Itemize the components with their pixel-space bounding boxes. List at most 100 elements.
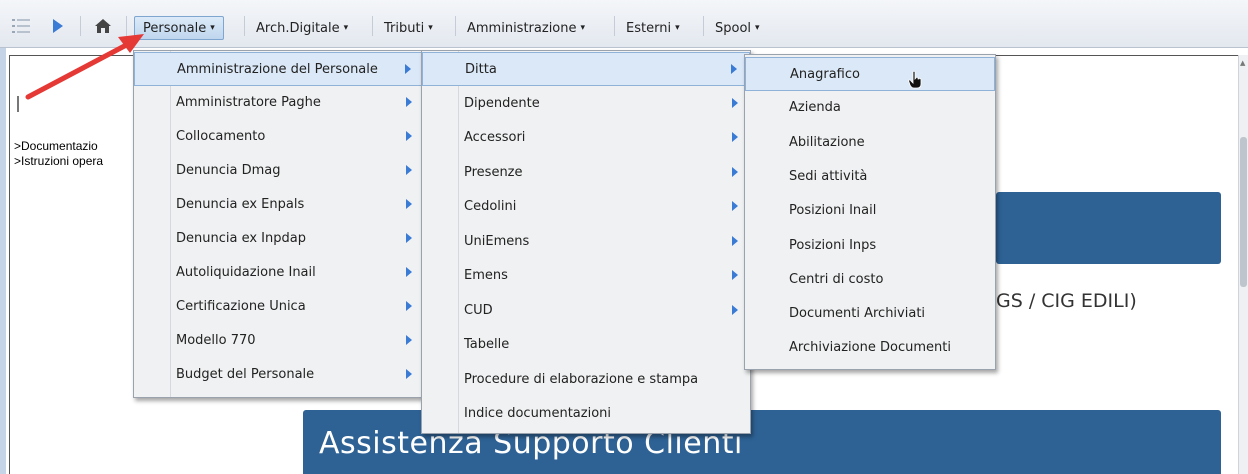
personale-menu-item-label: Amministrazione del Personale — [177, 62, 378, 77]
personale-menu-item[interactable]: Collocamento — [134, 120, 424, 154]
scroll-thumb[interactable] — [1240, 137, 1247, 287]
personale-submenu-item[interactable]: Tabelle — [422, 328, 750, 362]
personale-menu-item-label: Collocamento — [176, 129, 266, 144]
chevron-down-icon: ▾ — [210, 23, 215, 33]
personale-submenu-item-label: Tabelle — [464, 337, 510, 352]
personale-submenu-item-label: Procedure di elaborazione e stampa — [464, 371, 699, 387]
chevron-down-icon: ▾ — [755, 23, 760, 33]
chevron-right-icon — [732, 97, 738, 108]
menu-amministrazione-label: Amministrazione — [467, 20, 577, 36]
personale-submenu-item[interactable]: Indice documentazioni — [422, 397, 750, 431]
personale-submenu-item-label: Accessori — [464, 130, 526, 145]
menu-arch-digitale-label: Arch.Digitale — [256, 20, 340, 36]
vertical-scrollbar[interactable]: ▲ — [1238, 55, 1248, 474]
top-menu-bar: Personale ▾ Arch.Digitale ▾ Tributi ▾ Am… — [0, 0, 1248, 48]
personale-submenu-item[interactable]: Ditta — [422, 52, 750, 86]
menu-arch-digitale[interactable]: Arch.Digitale ▾ — [248, 16, 356, 40]
chevron-right-icon — [732, 270, 738, 280]
ditta-submenu-item-label: Centri di costo — [789, 271, 884, 287]
ditta-submenu-item-label: Azienda — [789, 100, 841, 116]
scroll-up-icon[interactable]: ▲ — [1240, 59, 1245, 67]
play-icon[interactable] — [50, 16, 66, 36]
personale-menu-item-label: Denuncia Dmag — [176, 163, 281, 178]
personale-menu-item[interactable]: Budget del Personale — [134, 358, 424, 392]
ditta-submenu-item[interactable]: Abilitazione — [745, 126, 995, 160]
ditta-submenu-item[interactable]: Posizioni Inps — [745, 229, 995, 263]
personale-submenu-item[interactable]: CUD — [422, 294, 750, 328]
chevron-right-icon — [732, 166, 738, 177]
personale-submenu-item-label: CUD — [464, 302, 493, 318]
personale-submenu-item-label: Emens — [464, 268, 508, 283]
app-window: Personale ▾ Arch.Digitale ▾ Tributi ▾ Am… — [0, 0, 1248, 474]
chevron-down-icon: ▾ — [343, 23, 349, 33]
personale-submenu-item[interactable]: Emens — [422, 259, 750, 293]
chevron-right-icon — [406, 267, 412, 277]
personale-menu-item-label: Amministratore Paghe — [176, 95, 321, 110]
personale-submenu-item[interactable]: UniEmens — [422, 225, 750, 259]
personale-menu-item-label: Denuncia ex Enpals — [176, 197, 305, 212]
personale-menu-item[interactable]: Amministrazione del Personale — [134, 52, 424, 86]
menu-tributi[interactable]: Tributi ▾ — [376, 16, 441, 40]
chevron-right-icon — [732, 304, 738, 315]
menu-spool-label: Spool — [715, 20, 752, 36]
personale-menu-item[interactable]: Denuncia ex Enpals — [134, 188, 424, 222]
ditta-submenu-item[interactable]: Sedi attività — [745, 160, 995, 194]
ditta-submenu-item[interactable]: Azienda — [745, 91, 995, 125]
text-cursor — [17, 96, 19, 112]
personale-menu-item[interactable]: Denuncia Dmag — [134, 154, 424, 188]
personale-submenu-item[interactable]: Dipendente — [422, 87, 750, 121]
ditta-submenu: Anagrafico Azienda Abilitazione Sedi attivi… — [744, 54, 996, 370]
toolbar-divider — [80, 16, 81, 36]
ditta-submenu-item-label: Posizioni Inail — [789, 203, 877, 219]
personale-menu-item[interactable]: Certificazione Unica — [134, 290, 424, 324]
personale-submenu-item-label: Indice documentazioni — [464, 406, 612, 421]
ditta-submenu-item[interactable]: Centri di costo — [745, 263, 995, 297]
chevron-down-icon: ▾ — [580, 23, 586, 33]
personale-submenu-item[interactable]: Presenze — [422, 156, 750, 190]
amministrazione-personale-submenu: Ditta Dipendente Accessori Presenze Cedolini… — [421, 50, 751, 434]
personale-menu-item[interactable]: Amministratore Paghe — [134, 86, 424, 120]
personale-menu-item-label: Modello 770 — [176, 333, 256, 348]
menu-amministrazione[interactable]: Amministrazione ▾ — [459, 16, 593, 40]
list-icon[interactable] — [10, 16, 32, 36]
chevron-right-icon — [406, 199, 412, 209]
personale-submenu-item-label: UniEmens — [464, 233, 530, 249]
personale-submenu-item-label: Presenze — [464, 164, 523, 180]
menu-esterni[interactable]: Esterni ▾ — [618, 16, 688, 40]
documentazione-link[interactable]: >Documentazio — [14, 139, 98, 153]
toolbar-divider — [703, 16, 704, 36]
toolbar-divider — [244, 16, 245, 36]
ditta-submenu-item-label: Abilitazione — [789, 134, 865, 150]
chevron-right-icon — [406, 369, 412, 379]
personale-submenu-item[interactable]: Procedure di elaborazione e stampa — [422, 363, 750, 397]
istruzioni-link[interactable]: >Istruzioni opera — [14, 154, 103, 168]
personale-submenu-item[interactable]: Accessori — [422, 121, 750, 155]
personale-menu-item[interactable]: Denuncia ex Inpdap — [134, 222, 424, 256]
personale-menu-item[interactable]: Modello 770 — [134, 324, 424, 358]
toolbar-divider — [614, 16, 615, 36]
personale-menu-item-label: Budget del Personale — [176, 367, 315, 382]
chevron-right-icon — [405, 64, 411, 74]
chevron-right-icon — [406, 97, 412, 107]
menu-spool[interactable]: Spool ▾ — [707, 16, 768, 40]
ditta-submenu-item[interactable]: Posizioni Inail — [745, 194, 995, 228]
cig-edili-heading: GS / CIG EDILI) — [996, 290, 1137, 312]
personale-submenu-item[interactable]: Cedolini — [422, 190, 750, 224]
personale-submenu-item-label: Dipendente — [464, 95, 540, 111]
ditta-submenu-item[interactable]: Anagrafico — [745, 57, 995, 91]
personale-menu-item[interactable]: Autoliquidazione Inail — [134, 256, 424, 290]
toolbar-divider — [455, 16, 456, 36]
chevron-right-icon — [732, 201, 738, 211]
chevron-down-icon: ▾ — [428, 23, 433, 33]
toolbar-divider — [126, 16, 127, 36]
ditta-submenu-item-label: Documenti Archiviati — [789, 306, 926, 322]
home-icon[interactable] — [92, 16, 114, 36]
ditta-submenu-item[interactable]: Documenti Archiviati — [745, 297, 995, 331]
chevron-right-icon — [731, 64, 737, 74]
menu-personale[interactable]: Personale ▾ — [134, 16, 224, 40]
chevron-right-icon — [406, 335, 412, 345]
menu-tributi-label: Tributi — [384, 20, 425, 36]
personale-submenu-item-label: Cedolini — [464, 199, 517, 214]
ditta-submenu-item[interactable]: Archiviazione Documenti — [745, 331, 995, 365]
frame-border — [0, 48, 6, 474]
